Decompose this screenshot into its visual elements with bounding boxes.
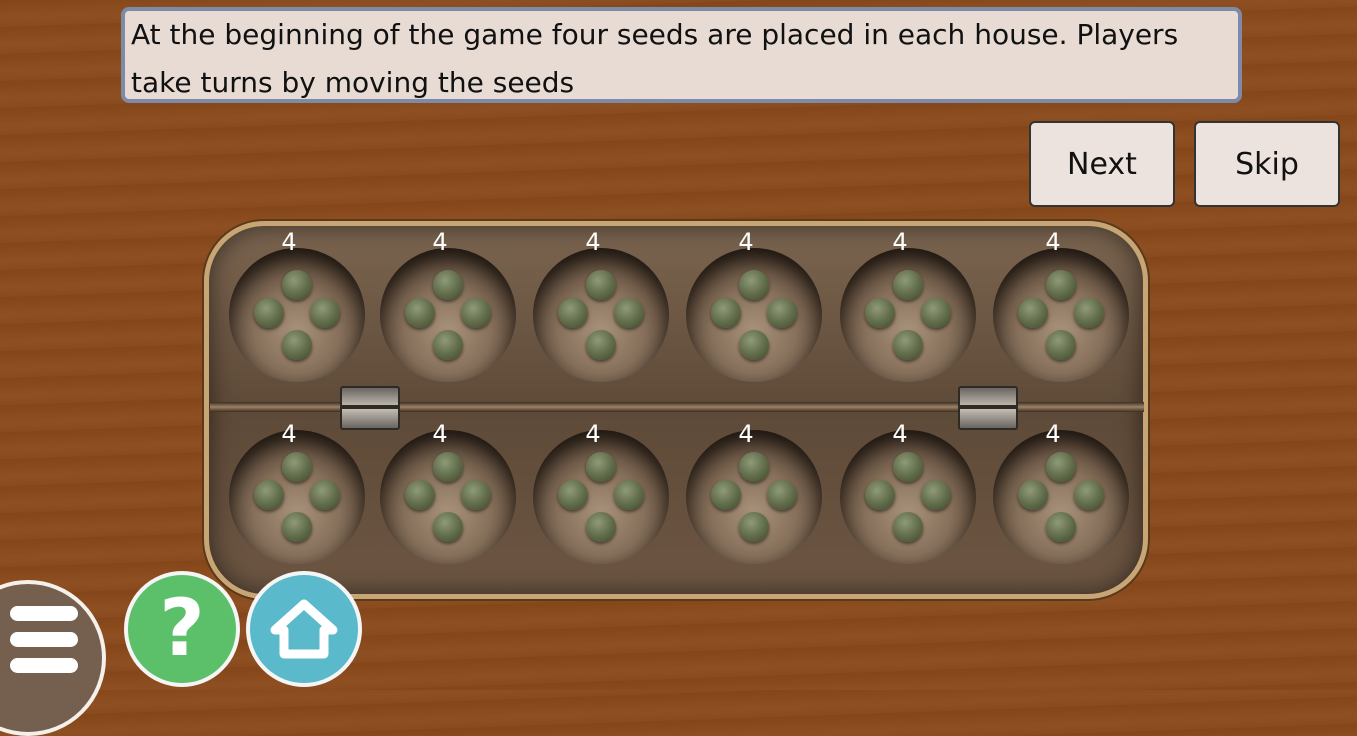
menu-button[interactable] (0, 580, 106, 736)
pit-bottom-2[interactable] (380, 430, 516, 564)
seed (282, 512, 312, 542)
seed (1046, 512, 1076, 542)
seed-count-bottom-5: 4 (892, 420, 908, 448)
seed (461, 298, 491, 328)
help-button[interactable]: ? (124, 571, 240, 687)
seed (254, 298, 284, 328)
seed (405, 298, 435, 328)
pit-top-6[interactable] (993, 248, 1129, 382)
seed (921, 480, 951, 510)
home-icon (270, 599, 338, 659)
skip-button[interactable]: Skip (1194, 121, 1340, 207)
seed-count-bottom-3: 4 (585, 420, 601, 448)
seed (433, 452, 463, 482)
seed (586, 512, 616, 542)
seed-count-top-3: 4 (585, 228, 601, 256)
seed (614, 298, 644, 328)
seed (586, 270, 616, 300)
seed (1074, 480, 1104, 510)
next-button[interactable]: Next (1029, 121, 1175, 207)
pit-top-4[interactable] (686, 248, 822, 382)
seed (739, 330, 769, 360)
seed (1046, 330, 1076, 360)
seed (767, 480, 797, 510)
seed (282, 270, 312, 300)
seed (586, 330, 616, 360)
seed (461, 480, 491, 510)
seed (282, 330, 312, 360)
seed (405, 480, 435, 510)
question-mark-icon: ? (159, 584, 205, 674)
pit-bottom-6[interactable] (993, 430, 1129, 564)
pit-bottom-1[interactable] (229, 430, 365, 564)
seed (865, 480, 895, 510)
pit-top-3[interactable] (533, 248, 669, 382)
seed-count-bottom-2: 4 (432, 420, 448, 448)
pit-top-2[interactable] (380, 248, 516, 382)
seed (1046, 270, 1076, 300)
seed (865, 298, 895, 328)
seed (433, 512, 463, 542)
seed (282, 452, 312, 482)
pit-bottom-3[interactable] (533, 430, 669, 564)
seed (893, 512, 923, 542)
seed (558, 480, 588, 510)
pit-top-5[interactable] (840, 248, 976, 382)
seed (433, 270, 463, 300)
seed (739, 452, 769, 482)
seed-count-top-6: 4 (1045, 228, 1061, 256)
seed (614, 480, 644, 510)
seed-count-top-4: 4 (738, 228, 754, 256)
pit-top-1[interactable] (229, 248, 365, 382)
pit-bottom-4[interactable] (686, 430, 822, 564)
seed-count-bottom-4: 4 (738, 420, 754, 448)
seed-count-bottom-1: 4 (281, 420, 297, 448)
seed (893, 270, 923, 300)
seed (254, 480, 284, 510)
hamburger-icon-bar (10, 632, 78, 647)
seed (739, 512, 769, 542)
seed-count-bottom-6: 4 (1045, 420, 1061, 448)
seed (739, 270, 769, 300)
seed (711, 480, 741, 510)
hamburger-icon-bar (10, 658, 78, 673)
seed (433, 330, 463, 360)
seed (767, 298, 797, 328)
seed (893, 330, 923, 360)
seed (586, 452, 616, 482)
hamburger-icon (10, 606, 78, 621)
seed (893, 452, 923, 482)
seed-count-top-5: 4 (892, 228, 908, 256)
seed (310, 298, 340, 328)
seed (1018, 480, 1048, 510)
instruction-text: At the beginning of the game four seeds … (121, 7, 1242, 103)
seed (558, 298, 588, 328)
seed (711, 298, 741, 328)
left-hinge (340, 386, 400, 430)
pit-bottom-5[interactable] (840, 430, 976, 564)
seed (1018, 298, 1048, 328)
seed (310, 480, 340, 510)
right-hinge (958, 386, 1018, 430)
seed (1074, 298, 1104, 328)
home-button[interactable] (246, 571, 362, 687)
seed-count-top-2: 4 (432, 228, 448, 256)
seed-count-top-1: 4 (281, 228, 297, 256)
seed (921, 298, 951, 328)
seed (1046, 452, 1076, 482)
